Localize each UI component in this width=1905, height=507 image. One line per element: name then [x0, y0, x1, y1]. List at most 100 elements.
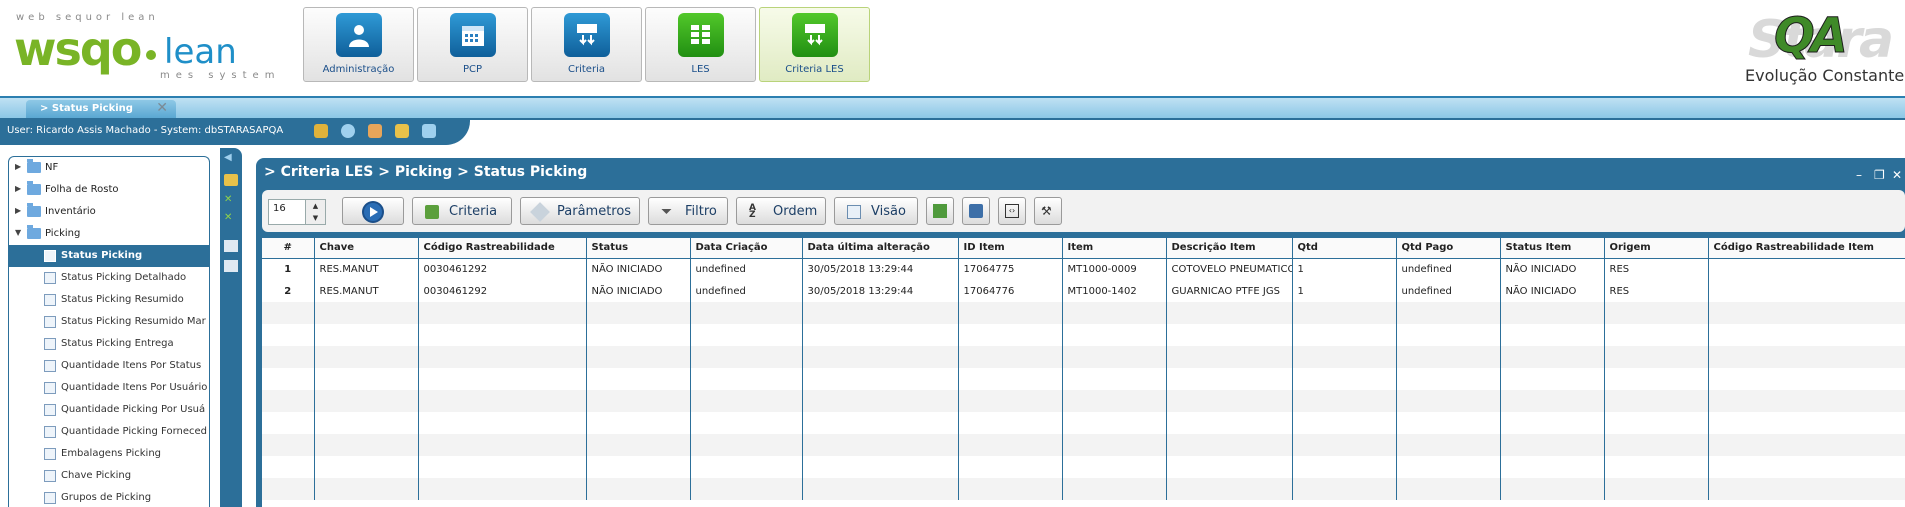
filtro-label: Filtro [685, 204, 717, 219]
table-cell: 0030461292 [418, 258, 587, 280]
tree-item-label: Grupos de Picking [61, 492, 152, 503]
tree-item-label: Status Picking Resumido Mar [61, 316, 206, 327]
user-bar: User: Ricardo Assis Machado - System: db… [0, 118, 470, 145]
page-size-value: 16 [273, 203, 286, 214]
restore-icon[interactable]: ❐ [1874, 168, 1885, 182]
expand-all-icon[interactable]: ✕ [224, 194, 238, 206]
column-header[interactable]: Código Rastreabilidade [418, 238, 587, 259]
menu-button-les[interactable]: LES [645, 7, 756, 82]
page-size-stepper[interactable]: 16 ▲ ▼ [268, 199, 326, 225]
ordem-button[interactable]: A Z Ordem [736, 197, 826, 225]
tree-item-status-picking[interactable]: Status Picking [9, 245, 209, 267]
column-header[interactable]: Chave [314, 238, 419, 259]
column-header[interactable]: Item [1062, 238, 1167, 259]
table-cell: NÃO INICIADO [586, 280, 691, 302]
table-cell: NÃO INICIADO [586, 258, 691, 280]
tree-folder-picking[interactable]: ▼ Picking [9, 223, 209, 245]
expand-arrow-icon[interactable]: ▶ [15, 206, 21, 215]
column-header[interactable]: # [262, 238, 315, 259]
column-header[interactable]: Origem [1604, 238, 1709, 259]
tab-label: > Status Picking [40, 103, 133, 114]
expand-arrow-icon[interactable]: ▶ [15, 162, 21, 171]
users-icon[interactable] [368, 124, 382, 138]
tree-item-quantidade-itens-por-usuario[interactable]: Quantidade Itens Por Usuário [9, 377, 209, 399]
collapse-left-icon[interactable]: ◀ [224, 152, 238, 164]
export-excel-button[interactable] [926, 197, 954, 225]
exit-icon[interactable] [314, 124, 328, 138]
report-icon [44, 448, 56, 460]
collapse-all-icon[interactable]: ✕ [224, 212, 238, 224]
table-cell: NÃO INICIADO [1500, 258, 1605, 280]
table-row[interactable]: 2 RES.MANUT 0030461292 NÃO INICIADO unde… [262, 280, 1905, 302]
visao-button[interactable]: Visão [834, 197, 918, 225]
minimize-icon[interactable]: – [1856, 168, 1862, 182]
tab-status-picking[interactable]: > Status Picking ✕ [26, 100, 176, 118]
column-header[interactable]: Status Item [1500, 238, 1605, 259]
tree-folder-folha-de-rosto[interactable]: ▶ Folha de Rosto [9, 179, 209, 201]
tree-folder-nf[interactable]: ▶ NF [9, 157, 209, 179]
tree-item-quantidade-picking-fornecedor[interactable]: Quantidade Picking Forneced [9, 421, 209, 443]
menu-button-pcp[interactable]: PCP [417, 7, 528, 82]
save-button[interactable] [962, 197, 990, 225]
tree-item-label: Chave Picking [61, 470, 132, 481]
list-icon[interactable] [224, 260, 238, 272]
column-header[interactable]: Descrição Item [1166, 238, 1293, 259]
column-header[interactable]: Data última alteração [802, 238, 959, 259]
tree-folder-inventario[interactable]: ▶ Inventário [9, 201, 209, 223]
menu-button-criteria-les[interactable]: Criteria LES [759, 7, 870, 82]
lock-icon[interactable] [224, 174, 238, 186]
logo-dot [146, 50, 156, 60]
close-icon[interactable]: ✕ [156, 101, 168, 115]
column-header[interactable]: Qtd Pago [1396, 238, 1501, 259]
tree-item-chave-picking[interactable]: Chave Picking [9, 465, 209, 487]
column-header[interactable]: Data Criação [690, 238, 803, 259]
tree-item-status-picking-detalhado[interactable]: Status Picking Detalhado [9, 267, 209, 289]
decrement-icon[interactable]: ▼ [305, 212, 325, 224]
increment-icon[interactable]: ▲ [305, 200, 325, 212]
menu-label: LES [691, 64, 710, 75]
empty-row [262, 434, 1905, 456]
tree-item-embalagens-picking[interactable]: Embalagens Picking [9, 443, 209, 465]
stara-qa-logo: Stara QA Evolução Constante [1740, 2, 1905, 88]
settings-button[interactable]: ⚒ [1034, 197, 1062, 225]
expand-arrow-icon[interactable]: ▶ [15, 184, 21, 193]
tree-item-grupos-de-picking[interactable]: Grupos de Picking [9, 487, 209, 507]
expand-icon: ‹› [1005, 204, 1019, 218]
tree-item-quantidade-itens-por-status[interactable]: Quantidade Itens Por Status [9, 355, 209, 377]
tree-folder-label: Picking [45, 228, 81, 239]
tree-item-status-picking-resumido[interactable]: Status Picking Resumido [9, 289, 209, 311]
expand-button[interactable]: ‹› [998, 197, 1026, 225]
folder-icon [27, 159, 41, 173]
empty-row [262, 478, 1905, 500]
tree-item-status-picking-resumido-mar[interactable]: Status Picking Resumido Mar [9, 311, 209, 333]
side-tool-strip: ◀ ✕ ✕ [220, 148, 242, 507]
wsqo-lean-logo: web sequor lean wsqo lean mes system [12, 10, 282, 84]
navigation-tree: ▶ NF ▶ Folha de Rosto ▶ Inventário ▼ Pic… [8, 156, 210, 507]
report-icon [44, 470, 56, 482]
filtro-button[interactable]: ⏷ Filtro [648, 197, 728, 225]
menu-button-criteria[interactable]: Criteria [531, 7, 642, 82]
table-cell: RES.MANUT [314, 258, 419, 280]
lock-icon[interactable] [395, 124, 409, 138]
criteria-button[interactable]: Criteria [412, 197, 512, 225]
table-cell: 2 [262, 280, 315, 302]
folder-open-icon [27, 225, 41, 239]
column-header[interactable]: Status [586, 238, 691, 259]
menu-button-administracao[interactable]: Administração [303, 7, 414, 82]
collapse-arrow-icon[interactable]: ▼ [15, 228, 21, 237]
help-icon[interactable] [341, 124, 355, 138]
tree-item-quantidade-picking-por-usuario[interactable]: Quantidade Picking Por Usuá [9, 399, 209, 421]
table-cell: undefined [1396, 280, 1501, 302]
user-icon [336, 13, 382, 57]
column-header[interactable]: Qtd [1292, 238, 1397, 259]
column-header[interactable]: Código Rastreabilidade Item [1708, 238, 1905, 259]
layers-icon[interactable] [224, 240, 238, 252]
tree-item-status-picking-entrega[interactable]: Status Picking Entrega [9, 333, 209, 355]
run-button[interactable] [342, 197, 404, 225]
table-row[interactable]: 1 RES.MANUT 0030461292 NÃO INICIADO unde… [262, 258, 1905, 280]
parametros-button[interactable]: Parâmetros [520, 197, 640, 225]
close-icon[interactable]: ✕ [1892, 168, 1902, 182]
table-cell: 1 [1292, 258, 1397, 280]
column-header[interactable]: ID Item [958, 238, 1063, 259]
collapse-up-icon[interactable] [422, 124, 436, 138]
